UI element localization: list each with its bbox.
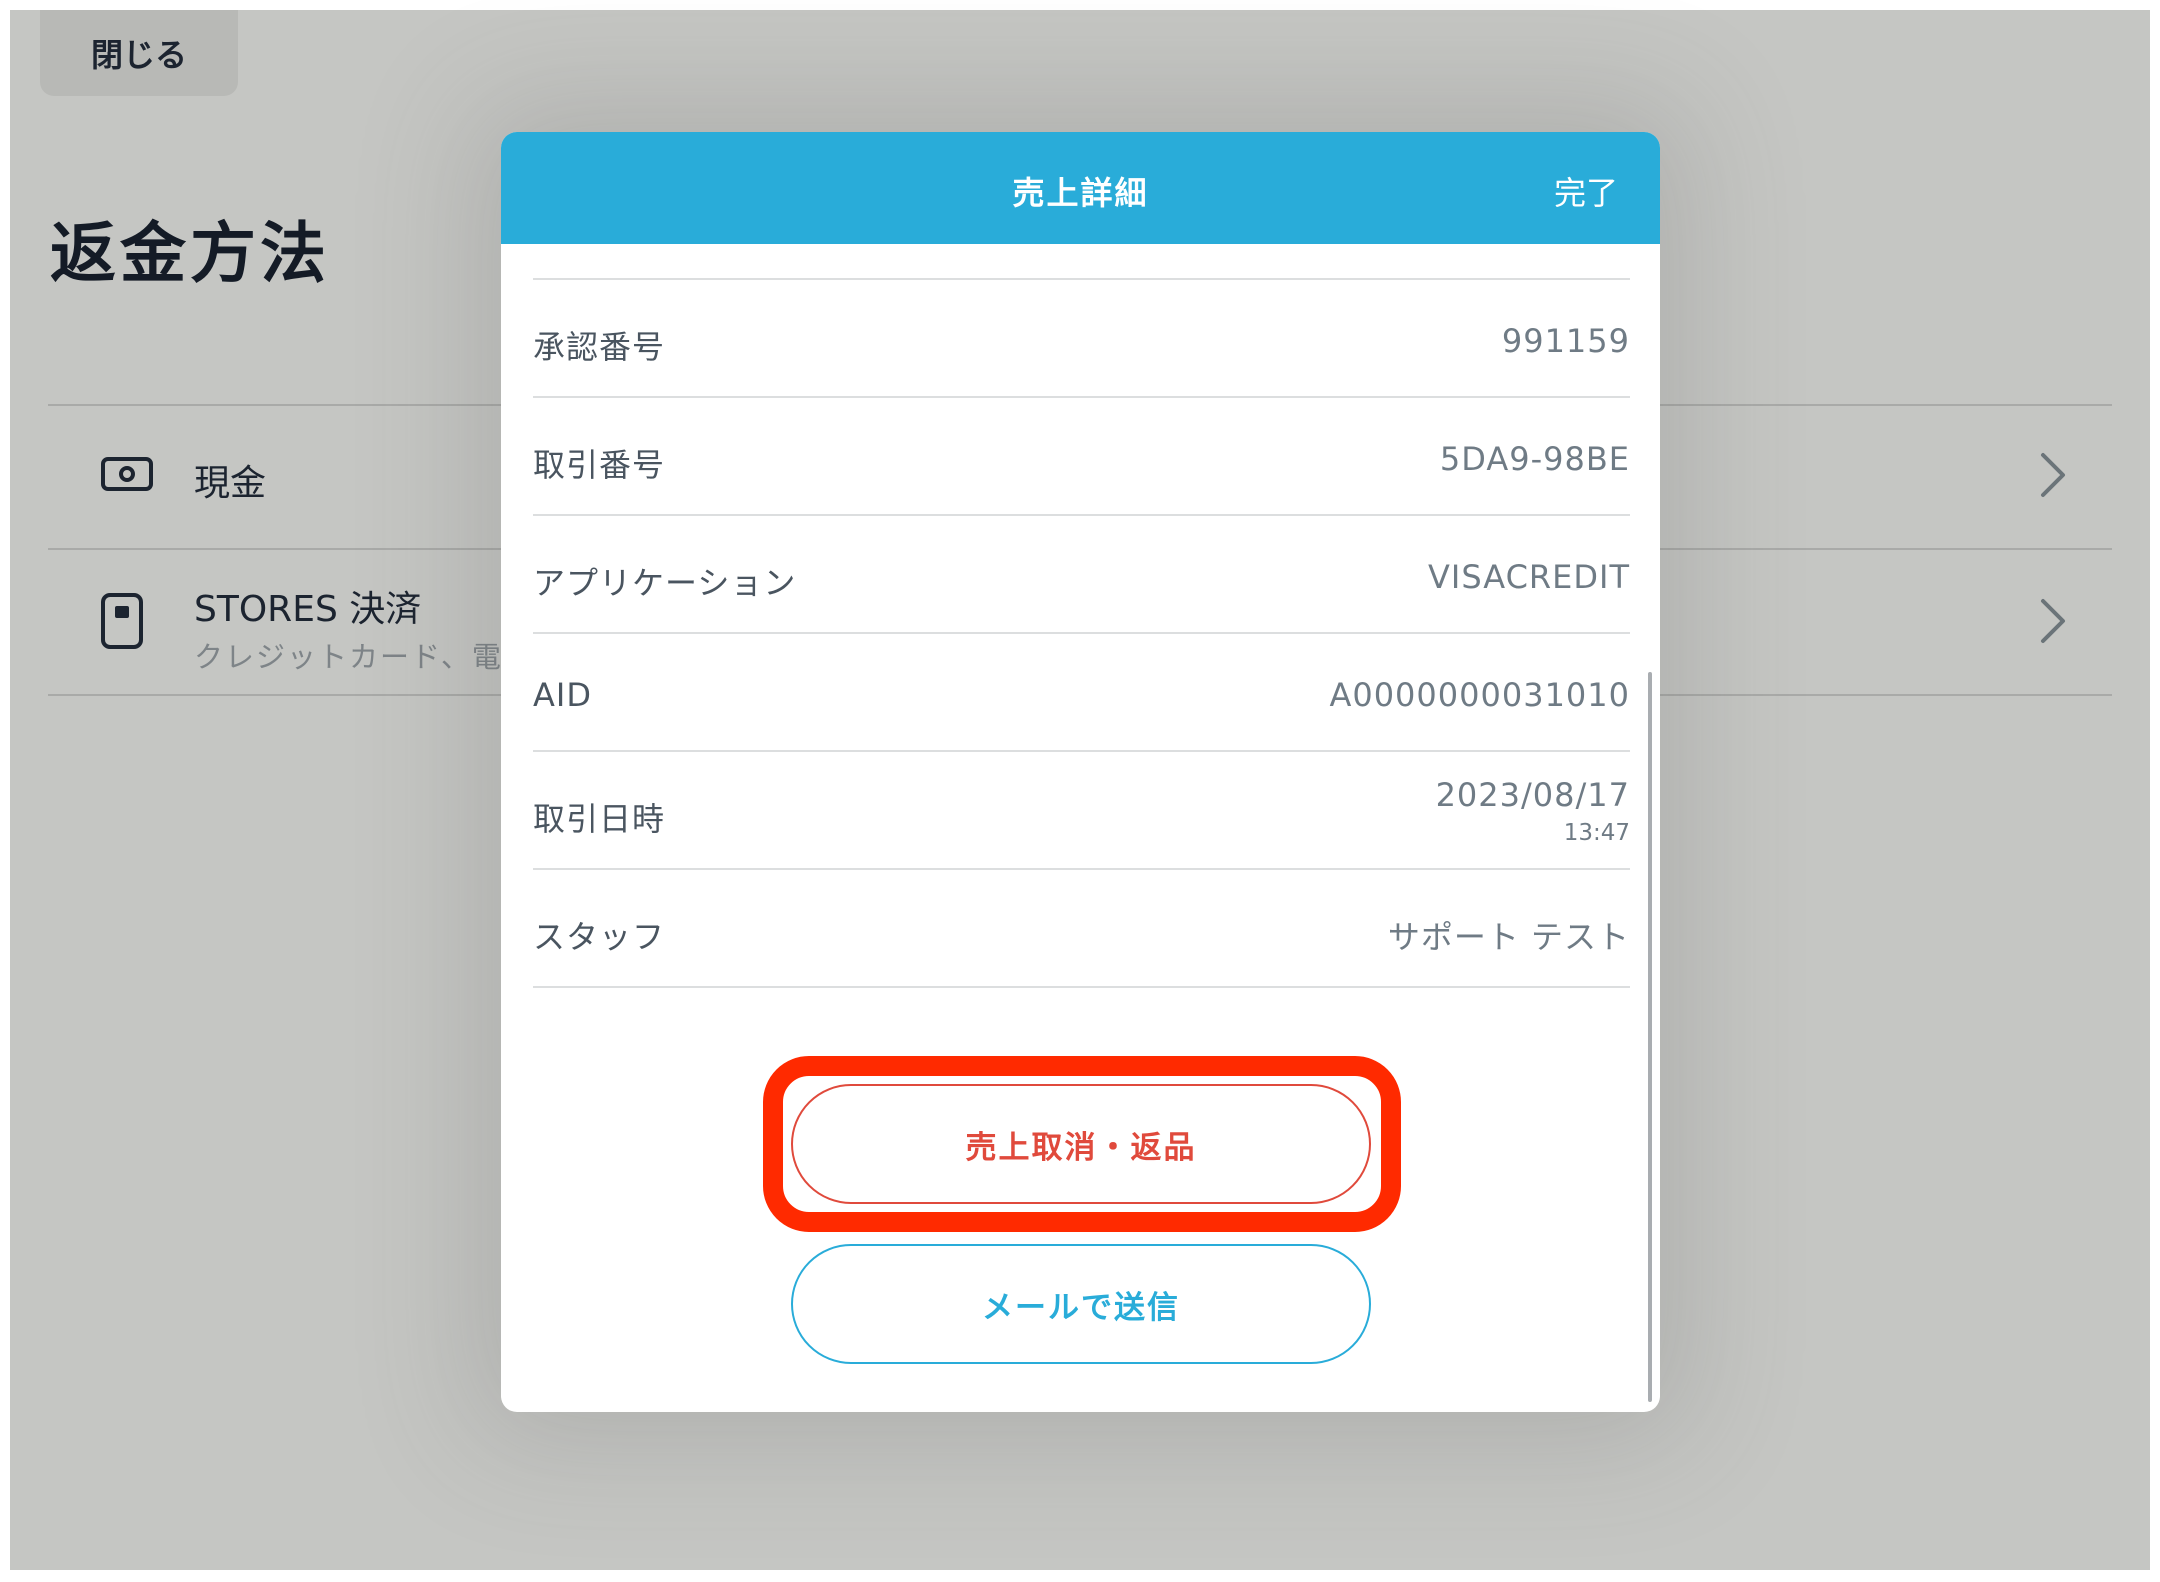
sales-detail-modal: 売上詳細 完了 承認番号 991159 取引番号 5DA9-98BE アプリケー… bbox=[501, 132, 1660, 1412]
cash-icon bbox=[100, 456, 154, 496]
detail-row-staff: スタッフ サポート テスト bbox=[533, 870, 1630, 988]
done-button[interactable]: 完了 bbox=[1554, 168, 1618, 214]
row-label: アプリケーション bbox=[533, 564, 797, 602]
row-label: 取引日時 bbox=[533, 800, 666, 838]
chevron-right-icon bbox=[2038, 450, 2068, 504]
row-label: 承認番号 bbox=[533, 328, 666, 366]
detail-row-approval: 承認番号 991159 bbox=[533, 280, 1630, 398]
modal-header: 売上詳細 完了 bbox=[501, 132, 1660, 244]
detail-row-application: アプリケーション VISACREDIT bbox=[533, 516, 1630, 634]
method-label: 現金 bbox=[194, 463, 267, 504]
row-value: 991159 bbox=[1501, 322, 1630, 360]
row-value-time: 13:47 bbox=[1563, 820, 1630, 846]
modal-title: 売上詳細 bbox=[1012, 174, 1149, 212]
row-label: AID bbox=[533, 676, 592, 714]
method-label: STORES 決済 bbox=[194, 589, 422, 630]
scrollbar[interactable] bbox=[1648, 672, 1652, 1402]
close-button[interactable]: 閉じる bbox=[40, 10, 238, 96]
detail-row-aid: AID A0000000031010 bbox=[533, 634, 1630, 752]
row-value: 5DA9-98BE bbox=[1439, 440, 1630, 478]
detail-list: 承認番号 991159 取引番号 5DA9-98BE アプリケーション VISA… bbox=[533, 278, 1630, 988]
send-mail-button[interactable]: メールで送信 bbox=[791, 1244, 1371, 1364]
row-value-date: 2023/08/17 bbox=[1435, 776, 1630, 814]
detail-row-transaction: 取引番号 5DA9-98BE bbox=[533, 398, 1630, 516]
refund-button[interactable]: 売上取消・返品 bbox=[791, 1084, 1371, 1204]
row-value: A0000000031010 bbox=[1329, 676, 1630, 714]
row-value: サポート テスト bbox=[1387, 918, 1630, 956]
card-reader-icon bbox=[100, 592, 144, 654]
row-label: 取引番号 bbox=[533, 446, 666, 484]
page-title: 返金方法 bbox=[50, 215, 330, 292]
row-value: VISACREDIT bbox=[1428, 558, 1630, 596]
chevron-right-icon bbox=[2038, 596, 2068, 650]
detail-row-datetime: 取引日時 2023/08/17 13:47 bbox=[533, 752, 1630, 870]
row-label: スタッフ bbox=[533, 918, 666, 956]
